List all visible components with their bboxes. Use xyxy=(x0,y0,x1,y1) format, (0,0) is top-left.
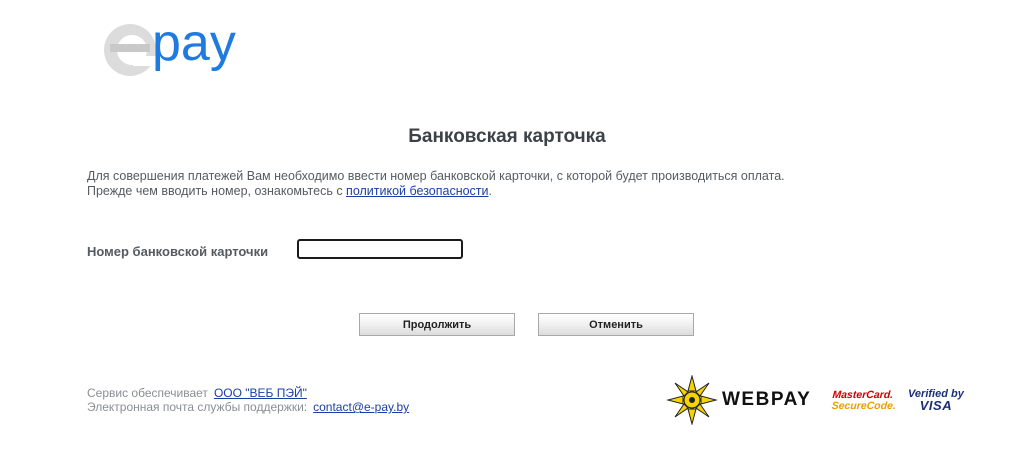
support-label: Электронная почта службы поддержки: xyxy=(87,400,308,414)
mastercard-line2: SecureCode. xyxy=(831,400,897,412)
intro-text: Для совершения платежей Вам необходимо в… xyxy=(87,169,785,199)
support-email-link[interactable]: contact@e-pay.by xyxy=(313,400,409,414)
card-number-input[interactable] xyxy=(297,239,463,259)
visa-line2: VISA xyxy=(919,398,953,413)
intro-line-2-prefix: Прежде чем вводить номер, ознакомьтесь с xyxy=(87,184,347,198)
epay-logo: pay xyxy=(100,10,270,80)
intro-line-1: Для совершения платежей Вам необходимо в… xyxy=(87,169,785,183)
cancel-button[interactable]: Отменить xyxy=(538,313,694,336)
webpay-star-icon xyxy=(666,375,718,425)
footer: Сервис обеспечивает ООО "ВЕБ ПЭЙ" Электро… xyxy=(87,386,409,414)
page-title: Банковская карточка xyxy=(408,126,606,147)
card-number-label: Номер банковской карточки xyxy=(87,244,269,259)
mastercard-securecode-logo: MasterCard. SecureCode. xyxy=(831,389,897,412)
service-provider-link[interactable]: ООО "ВЕБ ПЭЙ" xyxy=(214,386,307,400)
logo-text: pay xyxy=(152,14,236,72)
security-policy-link[interactable]: политикой безопасности xyxy=(346,184,488,198)
verified-by-visa-logo: Verified by VISA xyxy=(908,388,964,412)
webpay-logo-text: WEBPAY xyxy=(722,389,812,410)
intro-line-2: Прежде чем вводить номер, ознакомьтесь с… xyxy=(87,184,785,199)
footer-support-row: Электронная почта службы поддержки: conta… xyxy=(87,400,409,414)
footer-service-row: Сервис обеспечивает ООО "ВЕБ ПЭЙ" xyxy=(87,386,409,400)
intro-line-2-suffix: . xyxy=(488,184,492,198)
partner-logos: WEBPAY MasterCard. SecureCode. Verified … xyxy=(666,375,966,425)
service-label: Сервис обеспечивает xyxy=(87,386,208,400)
continue-button[interactable]: Продолжить xyxy=(359,313,515,336)
